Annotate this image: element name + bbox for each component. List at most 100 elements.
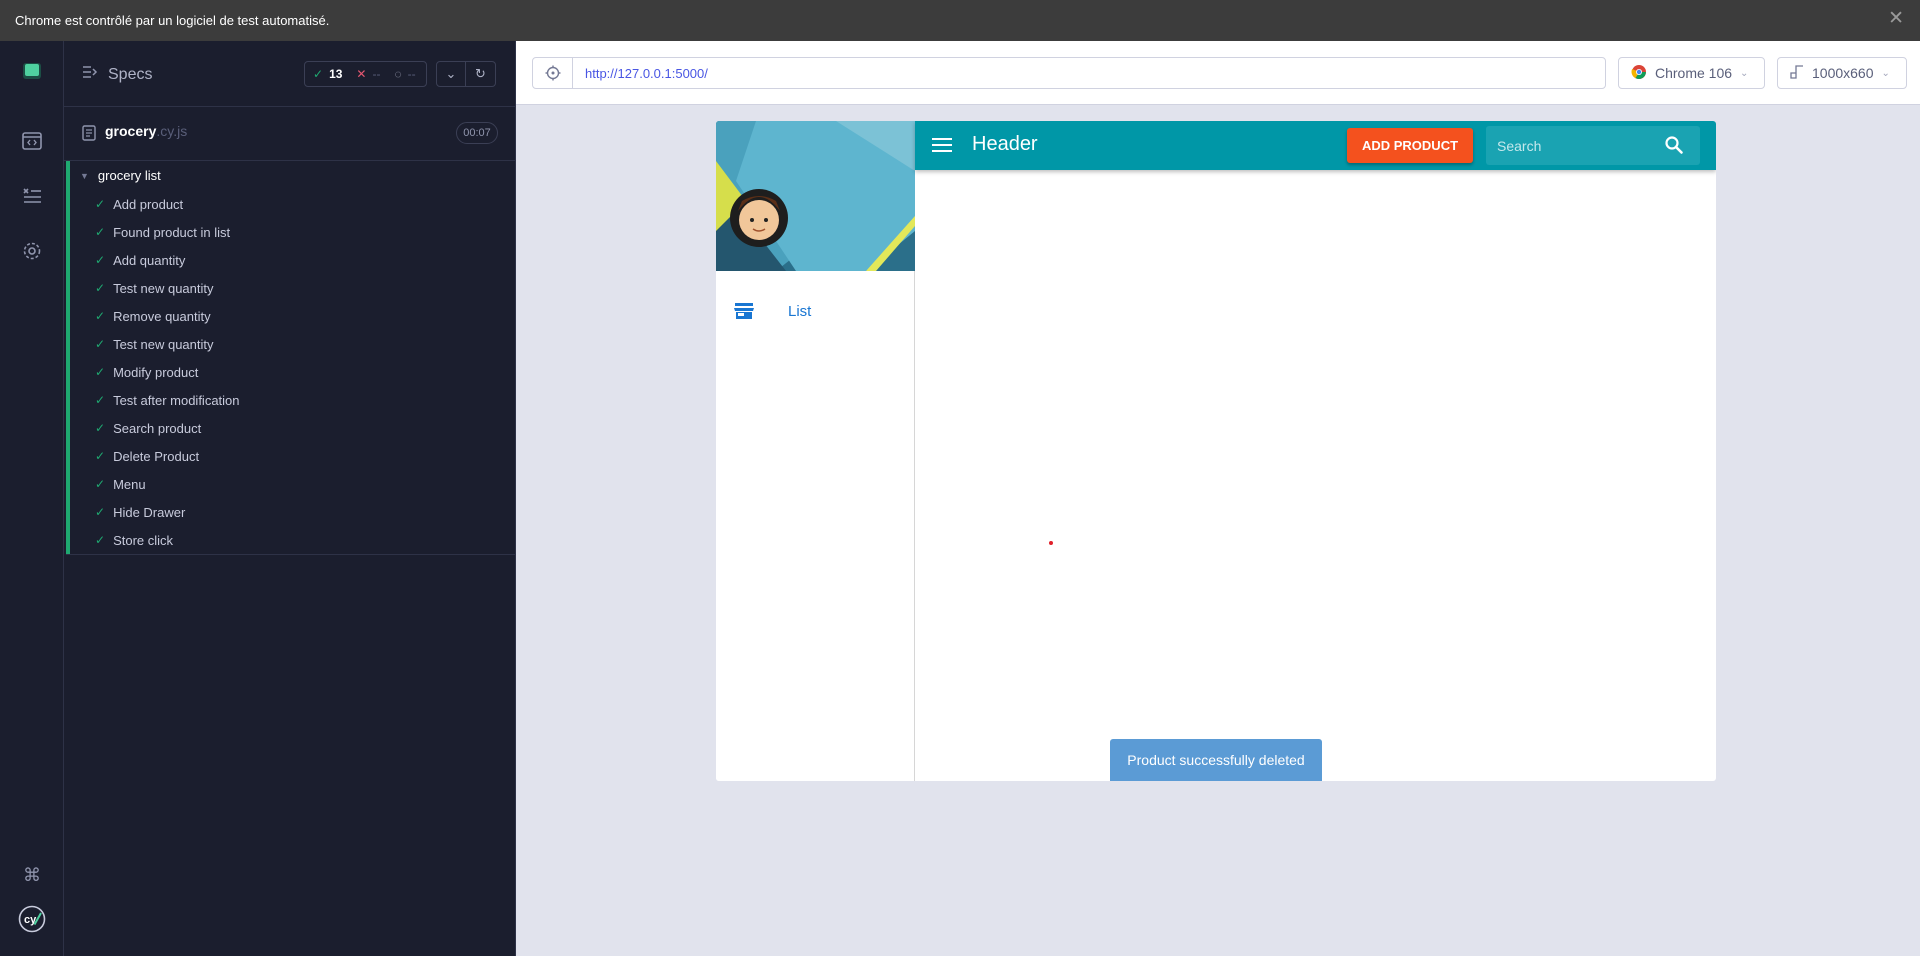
settings-gear-icon[interactable] xyxy=(18,237,46,265)
passed-check-icon: ✓ xyxy=(95,533,106,547)
test-suite: ▼ grocery list ✓ Add product ✓ Found produ… xyxy=(66,161,515,554)
browser-code-icon[interactable] xyxy=(18,127,46,155)
url-bar[interactable]: http://127.0.0.1:5000/ xyxy=(532,57,1606,89)
search-box xyxy=(1486,126,1700,165)
passed-check-icon: ✓ xyxy=(95,449,106,463)
test-row[interactable]: ✓ Delete Product xyxy=(70,442,515,470)
test-row[interactable]: ✓ Modify product xyxy=(70,358,515,386)
chevron-down-icon: ▼ xyxy=(80,170,89,181)
test-row[interactable]: ✓ Hide Drawer xyxy=(70,498,515,526)
test-row[interactable]: ✓ Test new quantity xyxy=(70,274,515,302)
viewport-selector[interactable]: 1000x660 ⌄ xyxy=(1777,57,1907,89)
drawer-item-label: List xyxy=(788,302,812,320)
test-row[interactable]: ✓ Test new quantity xyxy=(70,330,515,358)
passed-check-icon: ✓ xyxy=(95,365,106,379)
suite-title-row[interactable]: ▼ grocery list xyxy=(70,161,515,190)
passed-count: 13 xyxy=(329,67,343,81)
browser-label: Chrome 106 xyxy=(1655,65,1733,81)
specs-list-icon xyxy=(82,65,98,84)
specs-panel: Specs ✓ 13 ✕ -- ◌ -- ⌄ ↻ grocery.cy.js 0… xyxy=(64,41,515,956)
passed-check-icon: ✓ xyxy=(95,393,106,407)
browser-selector[interactable]: Chrome 106 ⌄ xyxy=(1618,57,1765,89)
url-text: http://127.0.0.1:5000/ xyxy=(585,65,708,81)
spec-file-name: grocery.cy.js xyxy=(105,123,188,139)
test-title: Hide Drawer xyxy=(113,504,186,520)
test-row[interactable]: ✓ Test after modification xyxy=(70,386,515,414)
suite-divider xyxy=(66,554,515,555)
test-title: Found product in list xyxy=(113,224,231,240)
test-title: Test after modification xyxy=(113,392,240,408)
preview-toolbar: http://127.0.0.1:5000/ Chrome 106 ⌄ 1000… xyxy=(516,41,1920,105)
specs-header: Specs ✓ 13 ✕ -- ◌ -- ⌄ ↻ xyxy=(64,41,515,107)
passed-check-icon: ✓ xyxy=(313,67,324,81)
runs-list-icon[interactable] xyxy=(18,182,46,210)
search-icon[interactable] xyxy=(1664,135,1684,160)
drawer-header-image xyxy=(716,121,915,271)
store-icon xyxy=(734,302,754,325)
test-title: Menu xyxy=(113,476,146,492)
keyboard-shortcuts-icon[interactable]: ⌘ xyxy=(18,861,46,889)
search-input[interactable] xyxy=(1486,126,1656,165)
document-icon xyxy=(82,125,96,146)
test-title: Modify product xyxy=(113,364,199,380)
specs-title: Specs xyxy=(108,65,153,83)
cypress-spec-icon[interactable] xyxy=(18,57,46,85)
passed-check-icon: ✓ xyxy=(95,225,106,239)
test-title: Remove quantity xyxy=(113,308,211,324)
test-row[interactable]: ✓ Add product xyxy=(70,190,515,218)
cursor-hit-marker xyxy=(1049,541,1053,545)
cypress-nav-rail: ⌘ cy xyxy=(0,41,64,956)
refresh-icon[interactable]: ↻ xyxy=(466,61,496,87)
chevron-down-icon[interactable]: ⌄ xyxy=(436,61,466,87)
specs-toggle[interactable]: Specs xyxy=(82,65,152,84)
test-title: Test new quantity xyxy=(113,280,214,296)
passed-check-icon: ✓ xyxy=(95,337,106,351)
test-title: Store click xyxy=(113,532,174,548)
hamburger-menu-icon[interactable] xyxy=(931,135,953,155)
spec-file-row[interactable]: grocery.cy.js 00:07 xyxy=(64,107,515,161)
svg-text:cy: cy xyxy=(24,914,37,926)
test-title: Search product xyxy=(113,420,202,436)
pending-circle-icon: ◌ xyxy=(394,67,402,81)
suite-title: grocery list xyxy=(97,168,161,183)
pending-count: -- xyxy=(407,67,416,81)
passed-check-icon: ✓ xyxy=(95,197,106,211)
passed-check-icon: ✓ xyxy=(95,309,106,323)
test-title: Add quantity xyxy=(113,252,186,268)
passed-check-icon: ✓ xyxy=(95,421,106,435)
spec-file-ext: .cy.js xyxy=(156,123,188,139)
failed-count: -- xyxy=(372,67,381,81)
chevron-down-icon: ⌄ xyxy=(1740,67,1749,79)
test-row[interactable]: ✓ Found product in list xyxy=(70,218,515,246)
chrome-icon xyxy=(1631,64,1647,83)
infobar-close-icon[interactable]: ✕ xyxy=(1888,9,1904,29)
chevron-down-icon: ⌄ xyxy=(1881,67,1890,79)
test-title: Add product xyxy=(113,196,184,212)
viewport-label: 1000x660 xyxy=(1812,65,1874,81)
passed-check-icon: ✓ xyxy=(95,477,106,491)
infobar-message: Chrome est contrôlé par un logiciel de t… xyxy=(15,13,330,28)
test-row[interactable]: ✓ Menu xyxy=(70,470,515,498)
passed-check-icon: ✓ xyxy=(95,505,106,519)
test-row[interactable]: ✓ Remove quantity xyxy=(70,302,515,330)
app-header: Header ADD PRODUCT xyxy=(915,121,1716,170)
navigation-drawer: List xyxy=(716,121,915,781)
test-stats: ✓ 13 ✕ -- ◌ -- xyxy=(304,61,427,87)
test-title: Test new quantity xyxy=(113,336,214,352)
failed-x-icon: ✕ xyxy=(356,67,367,81)
header-title: Header xyxy=(972,133,1038,155)
viewport-icon xyxy=(1790,64,1804,82)
spec-duration: 00:07 xyxy=(456,122,498,144)
test-row[interactable]: ✓ Search product xyxy=(70,414,515,442)
test-row[interactable]: ✓ Store click xyxy=(70,526,515,554)
automation-infobar: Chrome est contrôlé par un logiciel de t… xyxy=(0,0,1920,41)
test-row[interactable]: ✓ Add quantity xyxy=(70,246,515,274)
cypress-logo-icon: cy xyxy=(18,905,46,933)
passed-check-icon: ✓ xyxy=(95,281,106,295)
app-under-test: List Header ADD PRODUCT Product successf… xyxy=(716,121,1716,781)
snackbar-notification: Product successfully deleted xyxy=(1110,739,1322,781)
passed-check-icon: ✓ xyxy=(95,253,106,267)
selector-playground-icon[interactable] xyxy=(533,58,573,88)
drawer-item-list[interactable]: List xyxy=(716,287,915,335)
add-product-button[interactable]: ADD PRODUCT xyxy=(1347,128,1473,163)
